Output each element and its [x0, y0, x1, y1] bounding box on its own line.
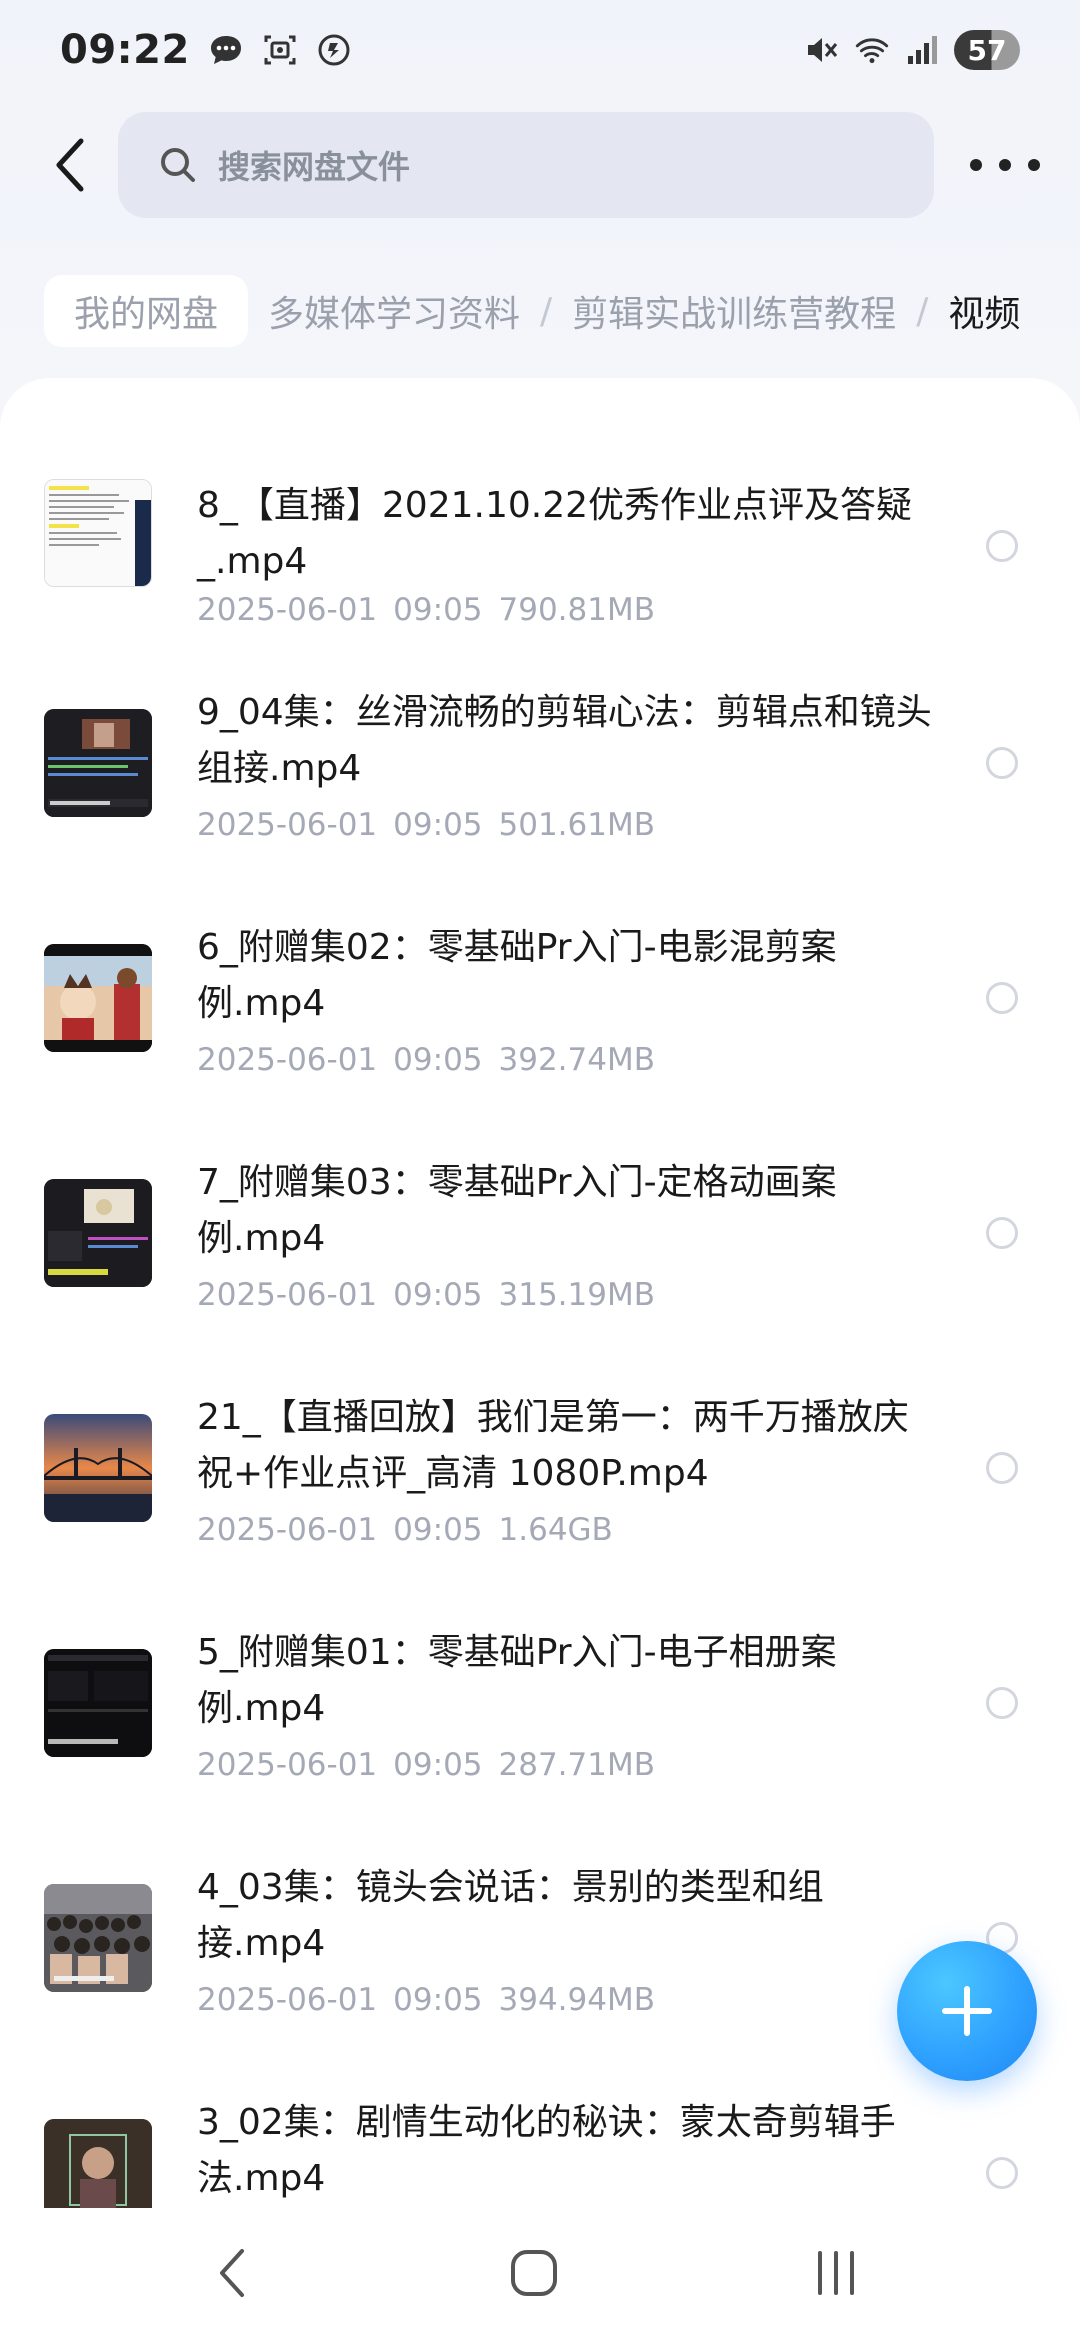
file-list-item[interactable]: 5_附赠集01：零基础Pr入门-电子相册案例.mp4 2025-06-01 09… — [0, 1609, 1080, 1844]
file-size: 394.94MB — [498, 1982, 655, 2018]
file-date: 2025-06-01 — [197, 1747, 378, 1783]
select-radio[interactable] — [986, 1452, 1018, 1484]
file-meta: 2025-06-01 09:05 790.81MB — [197, 592, 655, 628]
file-meta: 2025-06-01 09:05 392.74MB — [197, 1042, 655, 1078]
file-list-item[interactable]: 6_附赠集02：零基础Pr入门-电影混剪案例.mp4 2025-06-01 09… — [0, 904, 1080, 1139]
nav-home-icon — [511, 2250, 557, 2296]
add-button[interactable] — [897, 1941, 1037, 2081]
file-name: 9_04集：丝滑流畅的剪辑心法：剪辑点和镜头组接.mp4 — [197, 692, 932, 789]
select-radio[interactable] — [986, 530, 1018, 562]
chevron-left-icon — [56, 138, 84, 192]
file-time: 09:05 — [393, 1512, 483, 1548]
select-radio[interactable] — [986, 2157, 1018, 2189]
file-meta: 2025-06-01 09:05 287.71MB — [197, 1747, 655, 1783]
document-thumbnail — [44, 479, 152, 587]
dot — [999, 159, 1011, 171]
file-size: 287.71MB — [498, 1747, 655, 1783]
message-bubble-icon — [208, 32, 244, 68]
search-placeholder: 搜索网盘文件 — [218, 148, 411, 186]
breadcrumb-item[interactable]: 剪辑实战训练营教程 — [552, 285, 916, 337]
file-name: 6_附赠集02：零基础Pr入门-电影混剪案例.mp4 — [197, 927, 837, 1024]
file-time: 09:05 — [393, 807, 483, 843]
dot — [1028, 159, 1040, 171]
file-name: 7_附赠集03：零基础Pr入门-定格动画案例.mp4 — [197, 1162, 837, 1259]
status-left: 09:22 — [60, 27, 352, 73]
file-size: 392.74MB — [498, 1042, 655, 1078]
file-date: 2025-06-01 — [197, 1982, 378, 2018]
editor-dark-thumbnail — [44, 1179, 152, 1287]
file-list-item[interactable]: 3_02集：剧情生动化的秘诀：蒙太奇剪辑手法.mp4 — [0, 2079, 1080, 2208]
file-date: 2025-06-01 — [197, 592, 378, 628]
breadcrumb-separator: / — [916, 290, 929, 332]
status-bar: 09:22 57 — [0, 0, 1080, 100]
file-name: 4_03集：镜头会说话：景别的类型和组接.mp4 — [197, 1867, 824, 1964]
file-time: 09:05 — [393, 592, 483, 628]
file-list-item[interactable]: 21_【直播回放】我们是第一：两千万播放庆祝+作业点评_高清 1080P.mp4… — [0, 1374, 1080, 1609]
file-meta: 2025-06-01 09:05 501.61MB — [197, 807, 655, 843]
nav-back-button[interactable] — [192, 2238, 272, 2308]
select-radio[interactable] — [986, 982, 1018, 1014]
search-icon — [161, 148, 195, 182]
plus-icon — [942, 1986, 992, 2036]
signal-icon — [904, 32, 940, 68]
nav-home-button[interactable] — [494, 2238, 574, 2308]
file-name: 5_附赠集01：零基础Pr入门-电子相册案例.mp4 — [197, 1632, 837, 1729]
file-list: 8_【直播】2021.10.22优秀作业点评及答疑_.mp4 2025-06-0… — [0, 378, 1080, 2208]
file-meta: 2025-06-01 09:05 394.94MB — [197, 1982, 655, 2018]
back-button[interactable] — [38, 132, 104, 198]
search-input[interactable]: 搜索网盘文件 — [118, 112, 934, 218]
breadcrumb-item[interactable]: 多媒体学习资料 — [248, 285, 540, 337]
file-size: 1.64GB — [498, 1512, 613, 1548]
file-list-item[interactable]: 9_04集：丝滑流畅的剪辑心法：剪辑点和镜头组接.mp4 2025-06-01 … — [0, 669, 1080, 904]
select-radio[interactable] — [986, 1217, 1018, 1249]
file-name: 21_【直播回放】我们是第一：两千万播放庆祝+作业点评_高清 1080P.mp4 — [197, 1397, 909, 1494]
file-size: 315.19MB — [498, 1277, 655, 1313]
more-options-button[interactable] — [970, 140, 1040, 190]
select-radio[interactable] — [986, 1687, 1018, 1719]
file-meta: 2025-06-01 09:05 315.19MB — [197, 1277, 655, 1313]
file-list-item[interactable]: 7_附赠集03：零基础Pr入门-定格动画案例.mp4 2025-06-01 09… — [0, 1139, 1080, 1374]
header: 搜索网盘文件 — [0, 110, 1080, 220]
status-time: 09:22 — [60, 27, 190, 73]
anime-thumbnail — [44, 944, 152, 1052]
editor-black-thumbnail — [44, 1649, 152, 1757]
status-right: 57 — [804, 30, 1020, 70]
crowd-thumbnail — [44, 1884, 152, 1992]
file-meta: 2025-06-01 09:05 1.64GB — [197, 1512, 613, 1548]
file-size: 501.61MB — [498, 807, 655, 843]
file-date: 2025-06-01 — [197, 1042, 378, 1078]
file-size: 790.81MB — [498, 592, 655, 628]
nav-recents-button[interactable] — [796, 2238, 876, 2308]
breadcrumb-current: 视频 — [948, 294, 1021, 335]
system-navigation-bar — [0, 2208, 1080, 2340]
wifi-icon — [854, 32, 890, 68]
vpn-icon — [316, 32, 352, 68]
breadcrumb-separator: / — [540, 290, 553, 332]
portrait-thumbnail — [44, 2119, 152, 2208]
file-time: 09:05 — [393, 1277, 483, 1313]
screenshot-icon — [262, 32, 298, 68]
file-date: 2025-06-01 — [197, 1277, 378, 1313]
file-time: 09:05 — [393, 1747, 483, 1783]
file-name: 8_【直播】2021.10.22优秀作业点评及答疑_.mp4 — [197, 485, 913, 582]
nav-back-icon — [220, 2249, 244, 2297]
file-date: 2025-06-01 — [197, 807, 378, 843]
file-time: 09:05 — [393, 1042, 483, 1078]
select-radio[interactable] — [986, 747, 1018, 779]
file-list-item[interactable]: 8_【直播】2021.10.22优秀作业点评及答疑_.mp4 2025-06-0… — [0, 434, 1080, 669]
mute-icon — [804, 32, 840, 68]
battery-indicator: 57 — [954, 30, 1020, 70]
nav-recents-icon — [818, 2251, 854, 2295]
screen: 09:22 57 搜索网盘文件 我的网盘 多媒体学习资料 / 剪辑实战训练营教程… — [0, 0, 1080, 2340]
editor-thumbnail — [44, 709, 152, 817]
breadcrumb-root[interactable]: 我的网盘 — [44, 275, 249, 347]
bridge-sunset-thumbnail — [44, 1414, 152, 1522]
dot — [970, 159, 982, 171]
breadcrumb: 我的网盘 多媒体学习资料 / 剪辑实战训练营教程 / 视频 — [44, 275, 1020, 347]
file-date: 2025-06-01 — [197, 1512, 378, 1548]
file-time: 09:05 — [393, 1982, 483, 2018]
file-name: 3_02集：剧情生动化的秘诀：蒙太奇剪辑手法.mp4 — [197, 2102, 896, 2199]
